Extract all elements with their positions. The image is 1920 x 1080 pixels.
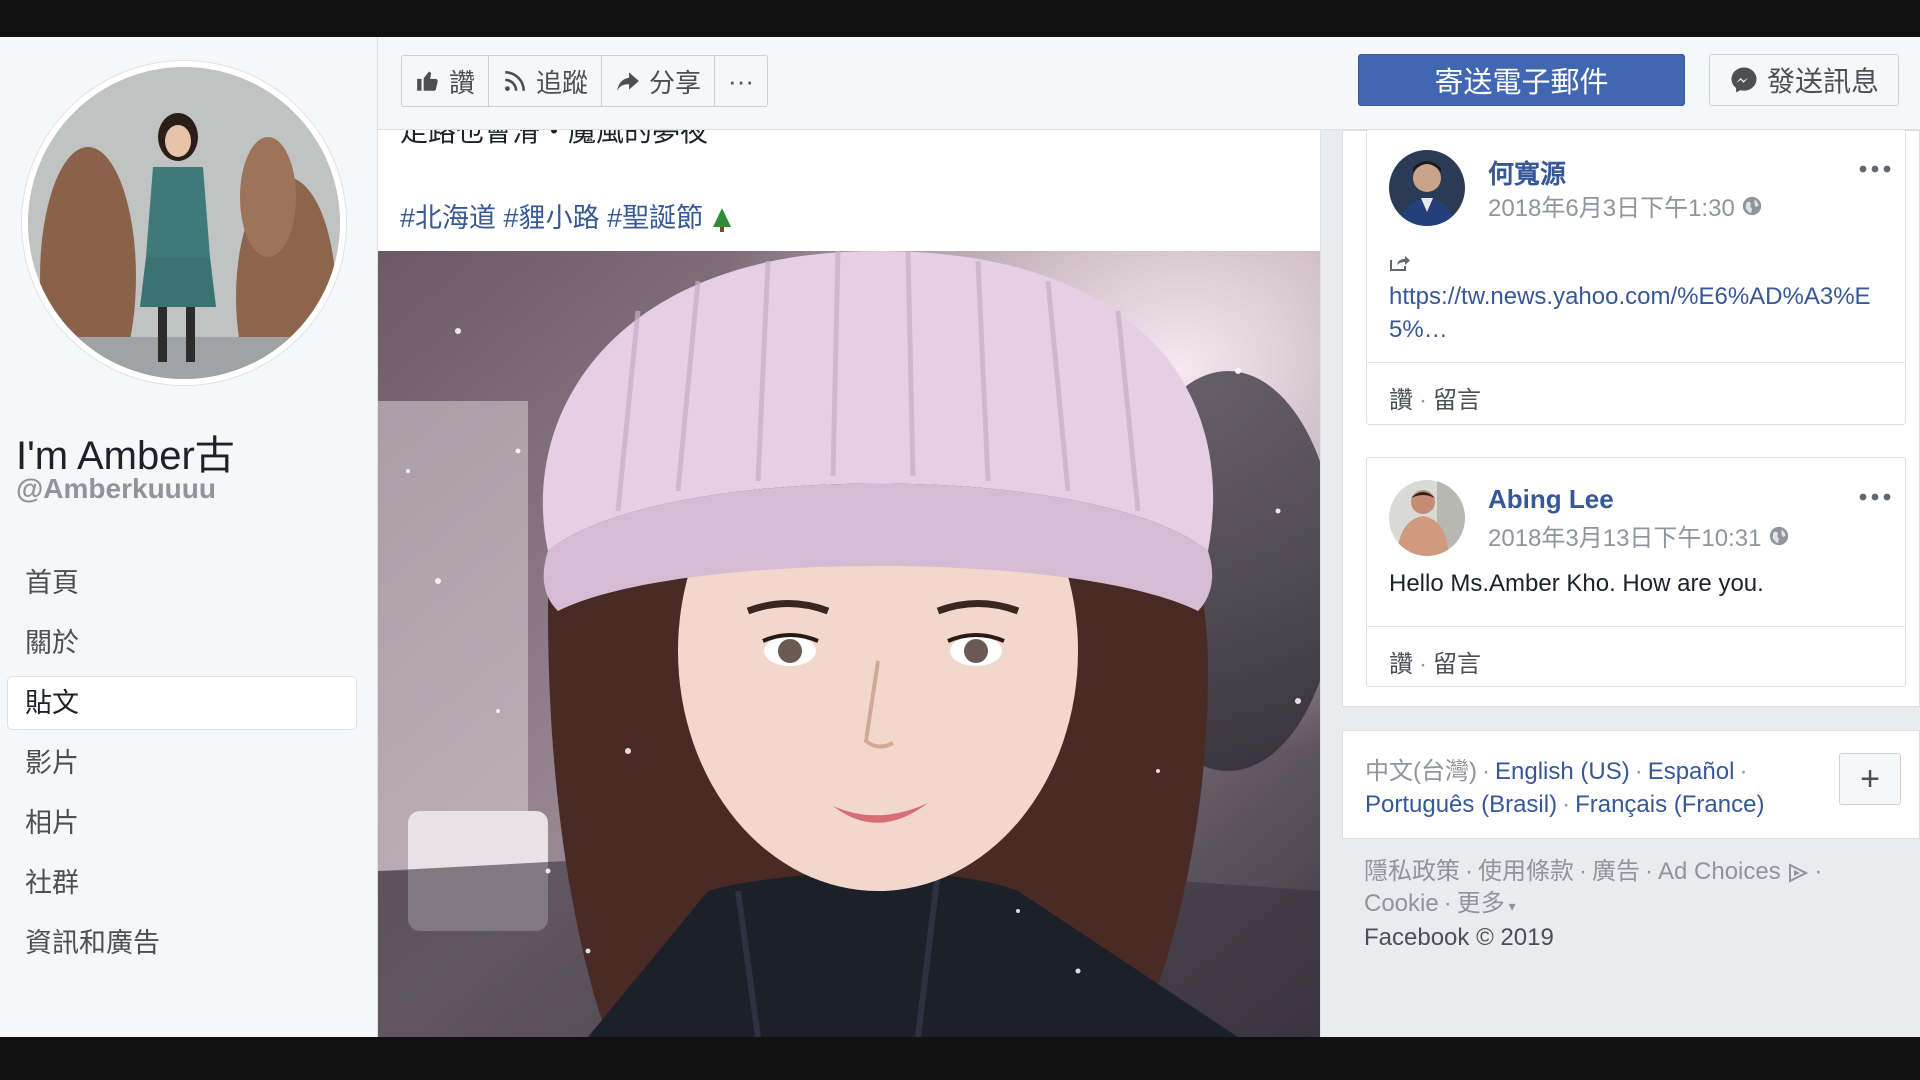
letterbox-top <box>0 0 1920 37</box>
language-english-us[interactable]: English (US) <box>1495 758 1630 785</box>
separator: · <box>1739 758 1748 785</box>
christmas-tree-icon <box>712 207 731 232</box>
language-francais-france[interactable]: Français (France) <box>1575 791 1764 818</box>
footer: 隱私政策 · 使用條款 · 廣告 · Ad Choices · Cookie · 更多 ▾ Fac… <box>1364 856 1884 954</box>
separator: · <box>1419 651 1427 678</box>
more-options-button[interactable]: ··· <box>715 56 767 106</box>
facebook-page: I'm Amber古 @Amberkuuuu 首頁 關於 貼文 影片 相片 社群… <box>0 37 1920 1037</box>
globe-icon <box>1769 526 1788 545</box>
review-text: Hello Ms.Amber Kho. How are you. <box>1389 570 1764 597</box>
nav-item-photos[interactable]: 相片 <box>8 797 356 849</box>
terms-link[interactable]: 使用條款 <box>1478 858 1574 885</box>
send-email-button[interactable]: 寄送電子郵件 <box>1358 54 1685 106</box>
hashtag-hokkaido[interactable]: #北海道 <box>400 203 496 233</box>
review-time-text: 2018年3月13日下午10:31 <box>1488 525 1762 552</box>
language-portugues-brasil[interactable]: Português (Brasil) <box>1365 791 1557 818</box>
review-timestamp[interactable]: 2018年3月13日下午10:31 <box>1488 518 1790 553</box>
more-options-icon[interactable] <box>1855 482 1895 512</box>
more-footer-link[interactable]: 更多 ▾ <box>1457 890 1516 917</box>
separator: · <box>1419 387 1427 414</box>
more-languages-button[interactable]: + <box>1839 753 1901 805</box>
review-like-link[interactable]: 讚 <box>1389 651 1413 678</box>
review-actions: 讚 · 留言 <box>1389 380 1481 415</box>
messenger-icon <box>1731 67 1757 93</box>
follow-label: 追蹤 <box>536 67 589 98</box>
reviewer-avatar[interactable] <box>1389 480 1465 556</box>
profile-photo <box>28 67 340 379</box>
more-options-icon[interactable] <box>1855 154 1895 184</box>
separator: · <box>1443 890 1452 917</box>
dropdown-caret-icon: ▾ <box>1504 898 1516 914</box>
language-espanol[interactable]: Español <box>1648 758 1735 785</box>
separator: · <box>1814 858 1823 885</box>
share-label: 分享 <box>649 67 702 98</box>
review-card: Abing Lee 2018年3月13日下午10:31 Hello Ms.Amb… <box>1366 457 1906 687</box>
ad-choices-label: Ad Choices <box>1658 858 1781 885</box>
action-button-group: 讚 追蹤 分享 ··· <box>401 55 769 107</box>
separator: · <box>1579 858 1587 885</box>
language-selector: 中文(台灣) · English (US) · Español · Português (B… <box>1342 730 1920 839</box>
more-footer-label: 更多 <box>1456 890 1505 917</box>
review-card: 何寬源 2018年6月3日下午1:30 https://tw.news.yaho… <box>1366 129 1906 425</box>
page-nav: 首頁 關於 貼文 影片 相片 社群 資訊和廣告 <box>8 557 356 977</box>
nav-item-about[interactable]: 關於 <box>8 617 356 669</box>
rss-icon <box>505 71 525 91</box>
shared-link-icon <box>1390 256 1410 271</box>
reviews-panel: 何寬源 2018年6月3日下午1:30 https://tw.news.yaho… <box>1342 129 1920 707</box>
review-comment-link[interactable]: 留言 <box>1433 387 1481 414</box>
review-comment-link[interactable]: 留言 <box>1433 651 1481 678</box>
language-list: 中文(台灣) · English (US) · Español · Português (B… <box>1365 755 1805 821</box>
ads-link[interactable]: 廣告 <box>1592 858 1640 885</box>
nav-item-posts[interactable]: 貼文 <box>8 677 356 729</box>
divider <box>1367 626 1905 627</box>
copyright: Facebook © 2019 <box>1364 924 1554 951</box>
right-column: 何寬源 2018年6月3日下午1:30 https://tw.news.yaho… <box>1342 129 1920 1037</box>
ad-choices-link[interactable]: Ad Choices <box>1658 858 1809 885</box>
hashtag-christmas[interactable]: #聖誕節 <box>607 203 703 233</box>
post-hashtags: #北海道 #貍小路 #聖誕節 <box>400 196 733 235</box>
profile-picture[interactable] <box>22 61 346 385</box>
hashtag-tanukikoji[interactable]: #貍小路 <box>504 203 600 233</box>
follow-button[interactable]: 追蹤 <box>489 56 603 106</box>
nav-item-info-and-ads[interactable]: 資訊和廣告 <box>8 917 356 969</box>
review-timestamp[interactable]: 2018年6月3日下午1:30 <box>1488 188 1763 223</box>
reviewer-name[interactable]: 何寬源 <box>1488 154 1566 191</box>
privacy-link[interactable]: 隱私政策 <box>1364 858 1460 885</box>
separator: · <box>1634 758 1643 785</box>
review-like-link[interactable]: 讚 <box>1389 387 1413 414</box>
shared-link[interactable]: https://tw.news.yahoo.com/%E6%AD%A3%E5%… <box>1389 280 1877 346</box>
post-photo[interactable] <box>378 251 1320 1037</box>
separator: · <box>1465 858 1473 885</box>
share-arrow-icon <box>617 72 639 91</box>
page-actions-bar: 讚 追蹤 分享 ··· 寄送電子郵件 發送訊息 <box>378 37 1920 130</box>
share-button[interactable]: 分享 <box>602 56 716 106</box>
letterbox-bottom <box>0 1037 1920 1080</box>
ad-choices-icon <box>1789 863 1809 883</box>
more-label: ··· <box>728 65 755 96</box>
left-sidebar: I'm Amber古 @Amberkuuuu 首頁 關於 貼文 影片 相片 社群… <box>0 37 378 1037</box>
nav-item-community[interactable]: 社群 <box>8 857 356 909</box>
globe-icon <box>1742 196 1761 215</box>
post-card: 走路也會滑・魔風的夢夜 #北海道 #貍小路 #聖誕節 <box>378 130 1321 1037</box>
review-actions: 讚 · 留言 <box>1389 644 1481 679</box>
review-time-text: 2018年6月3日下午1:30 <box>1488 195 1735 222</box>
divider <box>1367 362 1905 363</box>
separator: · <box>1562 791 1571 818</box>
send-message-button[interactable]: 發送訊息 <box>1709 54 1899 106</box>
separator: · <box>1481 758 1490 785</box>
post-text: 走路也會滑・魔風的夢夜 <box>400 130 709 147</box>
page-handle[interactable]: @Amberkuuuu <box>16 473 216 505</box>
separator: · <box>1645 858 1653 885</box>
thumbs-up-icon <box>417 71 438 91</box>
reviewer-name[interactable]: Abing Lee <box>1488 484 1614 515</box>
cookie-link[interactable]: Cookie <box>1364 890 1439 917</box>
current-language: 中文(台灣) <box>1365 758 1477 785</box>
like-page-button[interactable]: 讚 <box>402 56 490 106</box>
send-message-label: 發送訊息 <box>1766 66 1879 97</box>
like-label: 讚 <box>449 67 476 98</box>
nav-item-home[interactable]: 首頁 <box>8 557 356 609</box>
reviewer-avatar[interactable] <box>1389 150 1465 226</box>
nav-item-videos[interactable]: 影片 <box>8 737 356 789</box>
